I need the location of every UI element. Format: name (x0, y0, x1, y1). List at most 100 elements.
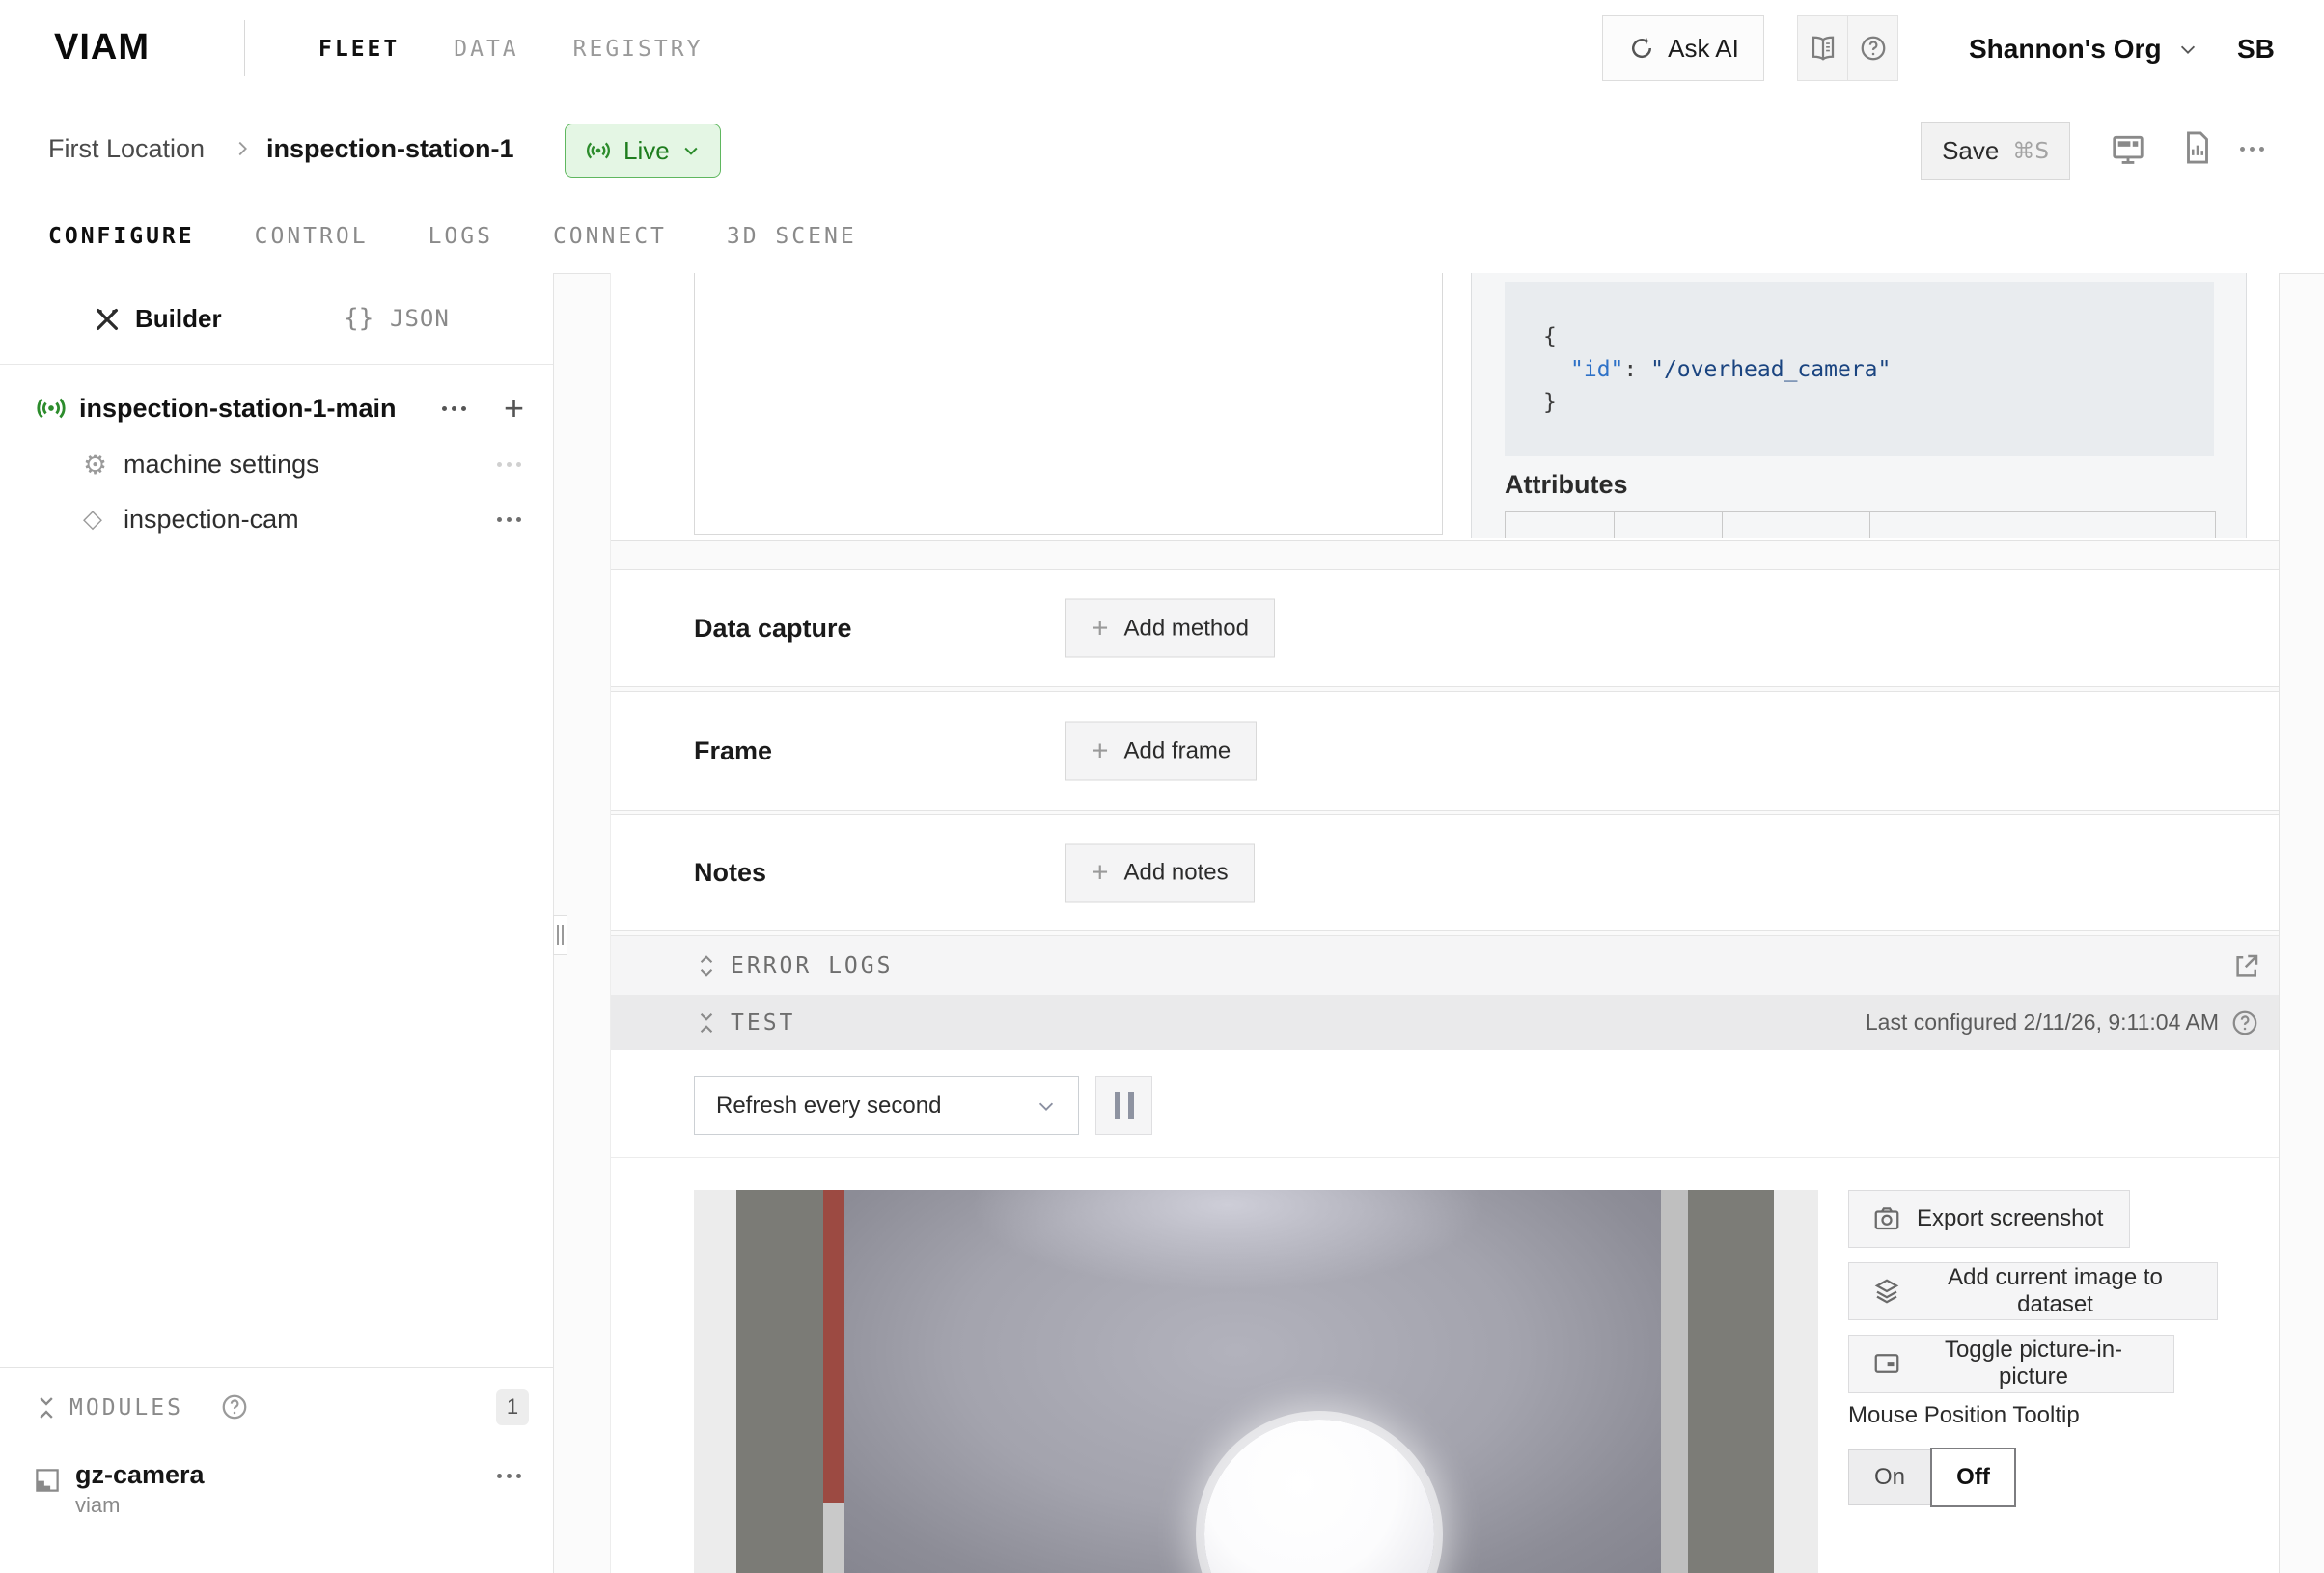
add-frame-button[interactable]: + Add frame (1065, 722, 1257, 781)
picture-in-picture-icon (1872, 1349, 1901, 1378)
tree-item-machine-part[interactable]: inspection-station-1-main + (0, 386, 553, 430)
attributes-table-col (1506, 512, 1615, 538)
add-notes-button[interactable]: + Add notes (1065, 843, 1255, 902)
code-key-id: "id" (1570, 357, 1623, 382)
tab-logs[interactable]: LOGS (429, 224, 493, 249)
pause-refresh-button[interactable] (1095, 1076, 1152, 1135)
component-json-code[interactable]: { "id": "/overhead_camera" } (1505, 282, 2214, 456)
tree-item-inspection-cam[interactable]: ◇ inspection-cam (0, 497, 553, 541)
attributes-table (1505, 511, 2216, 538)
breadcrumb-chevron-icon (232, 98, 253, 199)
modules-count-badge: 1 (496, 1389, 529, 1425)
ask-ai-sparkle-icon (1627, 34, 1656, 63)
modules-help-icon[interactable] (220, 1393, 249, 1421)
refresh-rate-value: Refresh every second (716, 1092, 941, 1119)
frame-title: Frame (694, 692, 772, 810)
tooltip-on-button[interactable]: On (1848, 1449, 1931, 1505)
tab-connect[interactable]: CONNECT (553, 224, 667, 249)
modules-header: MODULES 1 (0, 1381, 553, 1435)
module-menu-icon[interactable] (494, 1474, 523, 1478)
breadcrumb-location[interactable]: First Location (48, 98, 205, 199)
tab-3d-scene[interactable]: 3D SCENE (727, 224, 857, 249)
tree-item-machine-settings[interactable]: ⚙ machine settings (0, 442, 553, 486)
camera-stream-image[interactable] (694, 1190, 1818, 1573)
machine-dashboard-icon[interactable] (2110, 131, 2146, 168)
chevron-down-icon (2177, 39, 2199, 60)
configure-main: { "id": "/overhead_camera" } Attributes (610, 273, 2280, 1573)
book-icon (1809, 34, 1838, 63)
org-switcher[interactable]: Shannon's Org (1969, 0, 2199, 98)
nav-divider (244, 20, 245, 76)
camera-right-pillar (1688, 1190, 1774, 1573)
add-notes-label: Add notes (1124, 860, 1229, 887)
viam-app: VIAM FLEET DATA REGISTRY Ask AI (0, 0, 2324, 1573)
modules-label: MODULES (69, 1381, 183, 1435)
component-config-card: { "id": "/overhead_camera" } Attributes (611, 273, 2279, 541)
sidebar-resize-handle[interactable] (553, 915, 567, 955)
camera-left-pillar (736, 1190, 823, 1573)
more-options-icon[interactable] (2237, 135, 2266, 162)
camera-post-base (823, 1503, 844, 1573)
tree-item-label: machine settings (124, 442, 319, 486)
tab-control[interactable]: CONTROL (255, 224, 369, 249)
open-logs-external-icon[interactable] (2232, 952, 2261, 980)
builder-json-toggle: Builder {} JSON (0, 273, 553, 365)
json-braces-icon[interactable]: {} (344, 273, 374, 364)
data-capture-section: Data capture + Add method (611, 569, 2279, 687)
add-component-button[interactable]: + (504, 386, 524, 430)
nav-tab-registry[interactable]: REGISTRY (573, 37, 704, 62)
org-name: Shannon's Org (1969, 34, 2162, 65)
plus-icon: + (1092, 736, 1109, 765)
user-avatar[interactable]: SB (2237, 0, 2275, 98)
docs-button[interactable] (1798, 16, 1847, 80)
nav-tab-fleet[interactable]: FLEET (318, 37, 400, 62)
inspection-cam-menu-icon[interactable] (494, 497, 523, 541)
live-status-badge[interactable]: Live (565, 124, 721, 178)
part-menu-icon[interactable] (439, 386, 468, 430)
frame-section: Frame + Add frame (611, 691, 2279, 811)
add-to-dataset-button[interactable]: Add current image to dataset (1848, 1262, 2218, 1320)
component-json-panel: { "id": "/overhead_camera" } Attributes (1471, 273, 2247, 538)
export-screenshot-button[interactable]: Export screenshot (1848, 1190, 2130, 1248)
ask-ai-button[interactable]: Ask AI (1602, 15, 1764, 81)
code-colon: : (1623, 357, 1637, 382)
save-button[interactable]: Save ⌘S (1921, 122, 2070, 180)
component-preview-box (694, 273, 1443, 535)
mouse-tooltip-label: Mouse Position Tooltip (1848, 1402, 2080, 1429)
collapse-icon[interactable] (694, 1010, 719, 1035)
nav-tab-data[interactable]: DATA (454, 37, 518, 62)
modules-collapse-icon[interactable] (33, 1394, 60, 1421)
builder-toggle[interactable]: Builder (135, 273, 222, 364)
pause-icon (1115, 1092, 1120, 1119)
json-toggle[interactable]: JSON (390, 273, 450, 364)
data-capture-title: Data capture (694, 570, 852, 686)
test-label: TEST (731, 995, 795, 1050)
machine-bar: First Location inspection-station-1 Live… (0, 98, 2324, 200)
camera-sphere-object (1204, 1420, 1434, 1573)
tab-configure[interactable]: CONFIGURE (48, 224, 195, 249)
attributes-table-col (1723, 512, 1870, 538)
camera-icon (1872, 1204, 1901, 1233)
refresh-rate-select[interactable]: Refresh every second (694, 1076, 1079, 1135)
test-bar[interactable]: TEST Last configured 2/11/26, 9:11:04 AM (611, 995, 2279, 1051)
add-to-dataset-label: Add current image to dataset (1917, 1264, 2194, 1318)
notes-title: Notes (694, 815, 766, 930)
module-item-gz-camera[interactable]: gz-camera viam (0, 1462, 553, 1539)
toggle-pip-button[interactable]: Toggle picture-in-picture (1848, 1335, 2174, 1393)
viam-logo[interactable]: VIAM (54, 27, 150, 69)
report-document-icon[interactable] (2179, 129, 2216, 166)
module-org: viam (75, 1491, 120, 1520)
tooltip-off-button[interactable]: Off (1930, 1448, 2016, 1507)
error-logs-label: ERROR LOGS (731, 936, 893, 995)
camera-wall-strip (694, 1190, 736, 1573)
test-help-icon[interactable] (2230, 1008, 2259, 1037)
add-method-label: Add method (1124, 615, 1249, 642)
code-close-brace: } (1543, 390, 1557, 415)
toggle-pip-label: Toggle picture-in-picture (1917, 1337, 2150, 1391)
machine-settings-menu-icon[interactable] (494, 442, 523, 486)
error-logs-bar[interactable]: ERROR LOGS (611, 935, 2279, 996)
expand-icon[interactable] (694, 953, 719, 979)
add-method-button[interactable]: + Add method (1065, 599, 1275, 658)
help-button[interactable] (1847, 16, 1897, 80)
config-sidebar: Builder {} JSON inspection-station-1-mai… (0, 273, 554, 1573)
